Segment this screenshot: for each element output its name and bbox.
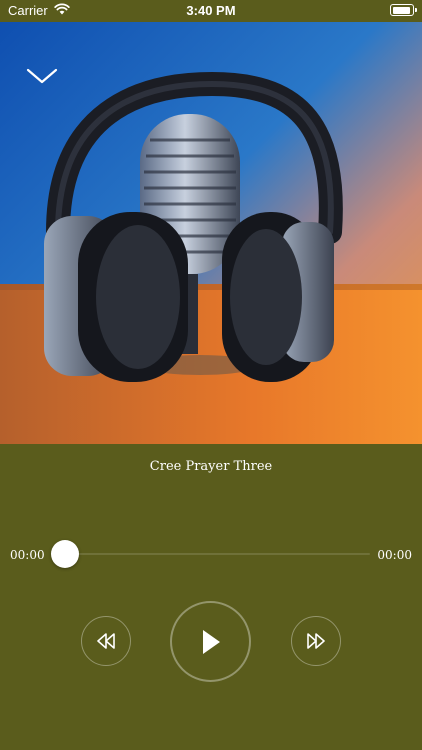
- battery-outline: [390, 4, 417, 16]
- battery-icon: [390, 4, 417, 16]
- play-icon: [202, 629, 220, 654]
- duration-time: 00:00: [377, 548, 412, 562]
- fast-forward-button[interactable]: [291, 616, 341, 666]
- rewind-icon: [97, 633, 115, 649]
- album-artwork: [0, 22, 422, 444]
- status-bar: Carrier 3:40 PM: [0, 0, 422, 22]
- collapse-button[interactable]: [22, 62, 62, 90]
- fast-forward-icon: [307, 633, 325, 649]
- battery-fill: [392, 6, 410, 14]
- chevron-down-icon: [26, 68, 58, 84]
- progress-thumb[interactable]: [51, 540, 79, 568]
- headphones-microphone-image: [0, 22, 422, 444]
- play-button[interactable]: [170, 601, 251, 682]
- status-time: 3:40 PM: [186, 3, 236, 18]
- player-screen: Carrier 3:40 PM Cree Prayer Three 00:00 …: [0, 0, 422, 750]
- progress-track[interactable]: [65, 553, 370, 555]
- elapsed-time: 00:00: [10, 548, 45, 562]
- track-title: Cree Prayer Three: [149, 459, 273, 474]
- rewind-button[interactable]: [81, 616, 131, 666]
